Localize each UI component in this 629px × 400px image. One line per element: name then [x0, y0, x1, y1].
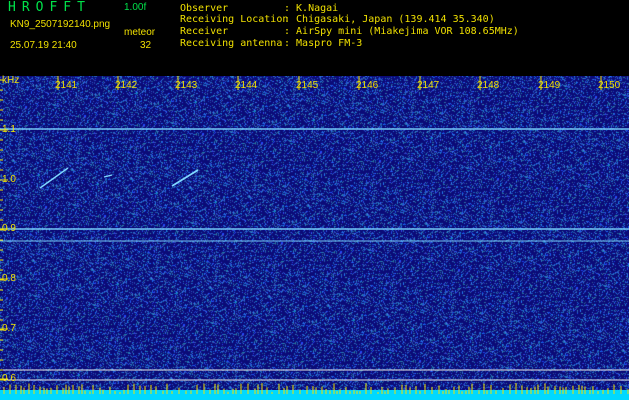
meteor-streak — [171, 169, 199, 187]
info-value-observer: : K.Nagai — [284, 3, 339, 14]
meteor-label: meteor — [124, 27, 156, 38]
info-label-antenna: Receiving antenna — [180, 38, 283, 49]
spectrogram-overlay — [0, 76, 629, 400]
info-label-location: Receiving Location — [180, 14, 289, 25]
y-tick-label: 0.7 — [2, 323, 16, 334]
x-tick-label: 2142 — [115, 80, 138, 91]
file-datetime: 25.07.19 21:40 — [10, 40, 77, 51]
file-name: KN9_2507192140.png — [10, 19, 111, 30]
y-tick-label: 1.1 — [2, 124, 16, 135]
y-tick-label: 0.6 — [2, 373, 16, 384]
x-tick-label: 2141 — [55, 80, 78, 91]
info-label-receiver: Receiver — [180, 26, 229, 37]
y-tick-label: 1.0 — [2, 174, 16, 185]
x-tick-label: 2144 — [235, 80, 258, 91]
info-value-receiver: : AirSpy mini (Miakejima VOR 108.65MHz) — [284, 26, 519, 37]
x-tick-label: 2147 — [417, 80, 440, 91]
x-tick-label: 2146 — [356, 80, 379, 91]
app-version: 1.00f — [124, 2, 147, 13]
y-tick-label: 0.8 — [2, 273, 16, 284]
x-tick-label: 2150 — [598, 80, 621, 91]
meteor-streak — [39, 167, 69, 189]
y-tick-label: 0.9 — [2, 223, 16, 234]
x-tick-label: 2149 — [538, 80, 561, 91]
info-value-location: : Chigasaki, Japan (139.414 35.340) — [284, 14, 495, 25]
y-axis-unit: kHz — [2, 75, 20, 86]
spectrogram-plot[interactable]: kHz 1.1 1.0 0.9 0.8 0.7 0.6 2141 2142 2143 2144 21… — [0, 76, 629, 400]
meteor-streak — [103, 174, 113, 178]
meteor-count: 32 — [140, 40, 152, 51]
info-value-antenna: : Maspro FM-3 — [284, 38, 363, 49]
x-tick-label: 2143 — [175, 80, 198, 91]
x-tick-label: 2145 — [296, 80, 319, 91]
info-label-observer: Observer — [180, 3, 229, 14]
app-title: HROFFT — [8, 0, 91, 15]
x-tick-label: 2148 — [477, 80, 500, 91]
header-panel: HROFFT 1.00f KN9_2507192140.png 25.07.19… — [0, 0, 629, 76]
